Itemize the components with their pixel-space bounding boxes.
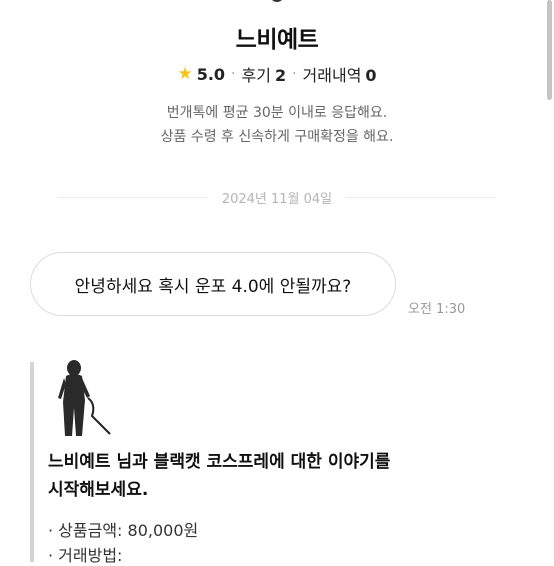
message-text: 안녕하세요 혹시 운포 4.0에 안될까요? (74, 276, 352, 297)
notice-line: 상품 수령 후 신속하게 구매확정을 해요. (160, 129, 394, 145)
transactions-link[interactable]: 거래내역 0 (303, 62, 377, 86)
seller-notice: 번개톡에 평균 30분 이내로 응답해요. 상품 수령 후 신속하게 구매확정을… (0, 101, 554, 149)
reviews-count: 2 (274, 66, 287, 85)
product-card-accent-bar (30, 362, 34, 562)
product-price: · 상품금액: 80,000원 (48, 521, 199, 540)
separator-dot: · (231, 66, 236, 82)
seller-name: 느비예트 (235, 27, 319, 53)
message-bubble[interactable]: 안녕하세요 혹시 운포 4.0에 안될까요? (30, 252, 396, 316)
transactions-count: 0 (365, 66, 377, 85)
divider-line (57, 197, 208, 198)
seller-stats: ★ 5.0 · 후기 2 · 거래내역 0 (0, 62, 554, 86)
transactions-label: 거래내역 (302, 66, 362, 85)
chat-date: 2024년 11월 04일 (221, 192, 333, 207)
title-line: 느비예트 님과 블랙캣 코스프레에 대한 이야기를 (48, 452, 391, 472)
profile-avatar-edge (270, 0, 284, 2)
date-divider: 2024년 11월 04일 (0, 188, 554, 207)
product-card-title: 느비예트 님과 블랙캣 코스프레에 대한 이야기를 시작해보세요. (48, 448, 390, 504)
reviews-link[interactable]: 후기 2 (241, 62, 286, 86)
trade-method: · 거래방법: (48, 546, 123, 565)
divider-line (346, 197, 497, 198)
separator-dot: · (292, 66, 297, 82)
title-line: 시작해보세요. (48, 480, 149, 500)
reviews-label: 후기 (241, 66, 271, 85)
message-time: 오전 1:30 (408, 302, 466, 317)
scrollbar[interactable] (547, 0, 552, 100)
star-icon: ★ (177, 64, 193, 84)
product-thumbnail[interactable] (52, 358, 124, 436)
notice-line: 번개톡에 평균 30분 이내로 응답해요. (166, 105, 388, 121)
rating-value: 5.0 (196, 64, 226, 84)
